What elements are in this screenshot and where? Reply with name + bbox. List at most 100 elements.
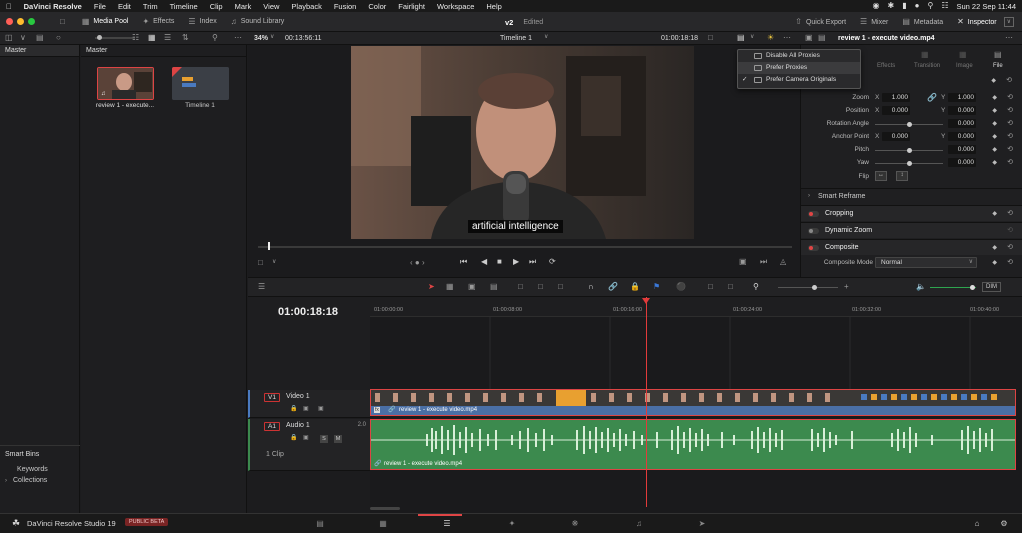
transform-reset-icon[interactable]: ⟲ [1006, 76, 1012, 84]
mute-button[interactable]: M [334, 435, 342, 443]
rotation-slider[interactable] [875, 122, 943, 127]
thumbnail-view-icon[interactable]: ▦ [148, 34, 156, 42]
zoom-chevron-icon[interactable]: ∨ [270, 34, 274, 40]
close-window-button[interactable] [6, 18, 13, 25]
pitch-field[interactable]: 0.000 [948, 145, 976, 154]
playhead-handle[interactable] [642, 298, 650, 304]
marker-icon[interactable]: ⚫ [676, 283, 686, 291]
battery-icon[interactable]: ▮ [902, 2, 906, 10]
dynamic-trim-icon[interactable]: ▣ [468, 283, 476, 291]
zoom-detail-icon[interactable]: □ [728, 283, 733, 291]
tab-image[interactable]: Image [956, 63, 973, 69]
master-bin[interactable]: Master [0, 45, 79, 57]
timeline-zoom-slider[interactable] [778, 285, 838, 290]
replace-clip-icon[interactable]: □ [558, 283, 563, 291]
tab-file[interactable]: File [993, 63, 1003, 69]
media-icon[interactable]: □ [60, 17, 65, 26]
match-frame-icon[interactable]: ▣ [739, 258, 747, 266]
zoom-in-icon[interactable]: + [844, 283, 849, 291]
menu-workspace[interactable]: Workspace [431, 2, 480, 11]
menu-item-disable-all-proxies[interactable]: Disable All Proxies [738, 50, 860, 62]
viewer-options-icon[interactable]: □ [708, 34, 713, 42]
media-clip-thumbnail[interactable]: ♫ [97, 67, 154, 100]
control-center-icon[interactable]: ☷ [941, 2, 948, 10]
search-icon[interactable]: ⚲ [927, 2, 933, 10]
list-view-icon[interactable]: ◫ [5, 34, 13, 42]
safe-area-chevron-icon[interactable]: ∨ [272, 259, 276, 265]
link-icon[interactable]: 🔗 [927, 94, 937, 102]
anchor-y-field[interactable]: 0.000 [948, 132, 976, 141]
yaw-keyframe-icon[interactable]: ◆ [992, 159, 997, 166]
auto-select-icon[interactable]: ▣ [303, 406, 309, 412]
zoom-reset-icon[interactable]: ⟲ [1007, 93, 1013, 101]
menu-item-prefer-proxies[interactable]: Prefer Proxies [738, 62, 860, 74]
flag-icon[interactable]: ⚑ [653, 283, 660, 291]
composite-reset-icon[interactable]: ⟲ [1007, 243, 1013, 251]
position-reset-icon[interactable]: ⟲ [1007, 106, 1013, 114]
composite-mode-select[interactable]: Normal ∨ [875, 257, 977, 268]
audio-clip[interactable]: 🔗 review 1 - execute video.mp4 [370, 419, 1016, 470]
pool-search-icon[interactable]: ⚲ [212, 34, 218, 42]
clock[interactable]: Sun 22 Sep 11:44 [957, 2, 1017, 11]
sound-library-button[interactable]: ♫ Sound Library [224, 12, 292, 32]
zoom-x-field[interactable]: 1.000 [882, 93, 910, 102]
menu-help[interactable]: Help [480, 2, 507, 11]
video-frame[interactable]: artificial intelligence [351, 46, 694, 239]
viewer-zoom[interactable]: 34% [254, 35, 268, 42]
solo-button[interactable]: S [320, 435, 328, 443]
jog-icon[interactable]: ‹ ● › [410, 259, 425, 267]
smart-reframe-section[interactable]: › Smart Reframe [801, 188, 1022, 204]
anchor-x-field[interactable]: 0.000 [882, 132, 910, 141]
yaw-reset-icon[interactable]: ⟲ [1007, 158, 1013, 166]
color-icon[interactable]: ☀ [767, 34, 774, 42]
zoom-keyframe-icon[interactable]: ◆ [992, 94, 997, 101]
zoom-custom-icon[interactable]: ⚲ [753, 283, 759, 291]
track-lock-icon[interactable]: 🔒 [290, 406, 297, 412]
trim-tool-icon[interactable]: ▦ [446, 283, 454, 291]
quick-export-button[interactable]: ⇧ Quick Export [788, 12, 853, 32]
play-reverse-icon[interactable]: ◀ [481, 258, 487, 266]
audio-track-name[interactable]: Audio 1 [286, 422, 310, 429]
index-button[interactable]: ☰ Index [181, 12, 223, 32]
menu-trim[interactable]: Trim [137, 2, 164, 11]
dynamic-zoom-section[interactable]: Dynamic Zoom ⟲ [801, 222, 1022, 238]
zoom-window-button[interactable] [28, 18, 35, 25]
menu-item-prefer-camera-originals[interactable]: ✓ Prefer Camera Originals [738, 74, 860, 86]
mixer-button[interactable]: ☰ Mixer [853, 12, 895, 32]
snapping-icon[interactable]: ∩ [588, 283, 594, 291]
inspector-more-icon[interactable]: ⋯ [1005, 34, 1013, 42]
flip-horizontal-button[interactable]: ↔ [875, 171, 887, 181]
position-lock-icon[interactable]: 🔒 [630, 283, 640, 291]
mark-in-out-icon[interactable]: ⏭ [760, 258, 767, 266]
composite-mode-reset-icon[interactable]: ⟲ [1007, 258, 1013, 266]
playhead[interactable] [646, 297, 647, 507]
auto-select-icon[interactable]: ▣ [303, 435, 309, 441]
pool-more-icon[interactable]: ⋯ [234, 34, 242, 42]
timeline-chevron-icon[interactable]: ∨ [544, 34, 548, 40]
timeline-thumbnail[interactable] [172, 67, 229, 100]
pitch-keyframe-icon[interactable]: ◆ [992, 146, 997, 153]
deliver-page-icon[interactable]: ➤ [695, 519, 709, 529]
screen-record-icon[interactable]: ◉ [873, 2, 880, 10]
track-visibility-icon[interactable]: ▣ [318, 406, 324, 412]
fullscreen-icon[interactable]: ◬ [780, 258, 786, 266]
menu-fairlight[interactable]: Fairlight [392, 2, 431, 11]
dynamic-zoom-reset-icon[interactable]: ⟲ [1007, 226, 1013, 234]
transform-keyframe-icon[interactable]: ◆ [991, 77, 996, 84]
rotation-keyframe-icon[interactable]: ◆ [992, 120, 997, 127]
menu-mark[interactable]: Mark [229, 2, 258, 11]
tree-icon[interactable]: ○ [56, 34, 61, 42]
viewer-scrubber-handle[interactable] [268, 242, 270, 250]
metadata-button[interactable]: ▤ Metadata [895, 12, 950, 32]
expand-icon[interactable]: ∨ [1003, 17, 1014, 27]
bluetooth-icon[interactable]: ✱ [888, 2, 895, 10]
speaker-icon[interactable]: 🔈 [916, 283, 926, 291]
insert-clip-icon[interactable]: □ [518, 283, 523, 291]
menu-color[interactable]: Color [362, 2, 392, 11]
flip-vertical-button[interactable]: ↕ [896, 171, 908, 181]
menu-edit[interactable]: Edit [112, 2, 137, 11]
sort-icon[interactable]: ▤ [36, 34, 44, 42]
more-icon[interactable]: ⋯ [783, 34, 791, 42]
linked-selection-icon[interactable]: 🔗 [608, 283, 618, 291]
video-clip[interactable]: fx 🔗 review 1 - execute video.mp4 [370, 389, 1016, 416]
